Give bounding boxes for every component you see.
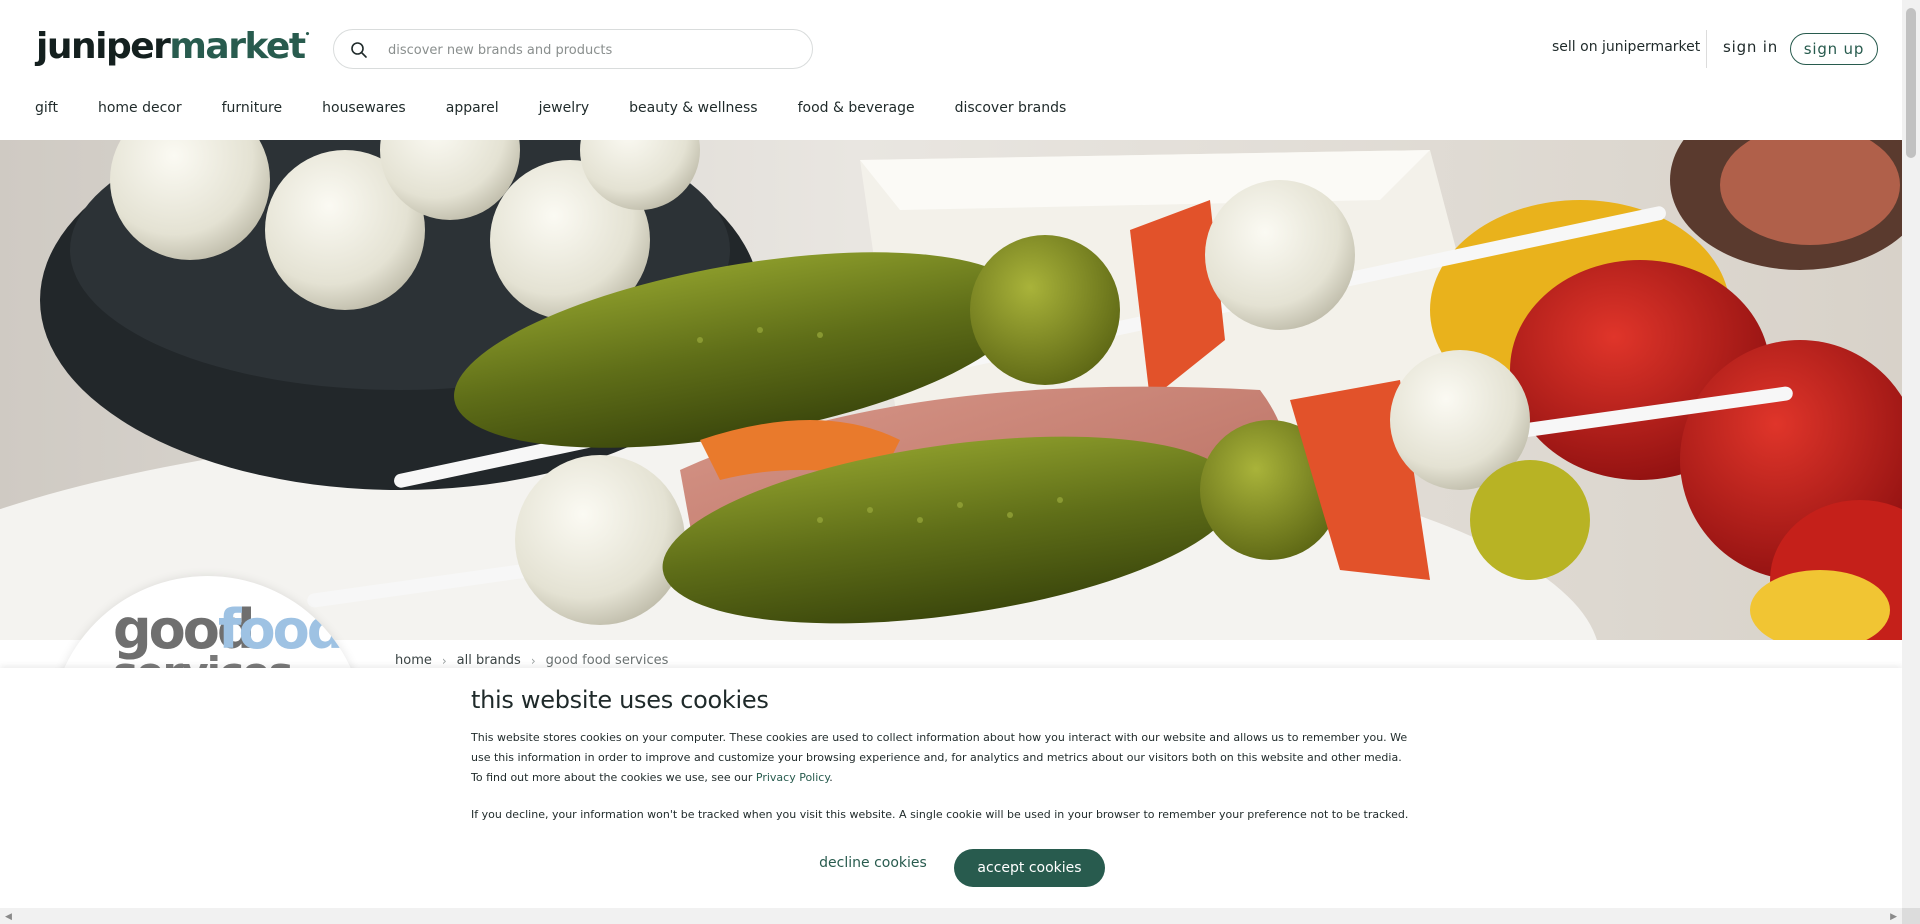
search-input[interactable] [388,38,788,62]
sign-up-button[interactable]: sign up [1790,33,1878,65]
breadcrumb: home › all brands › good food services [395,653,668,668]
sign-in-link[interactable]: sign in [1723,38,1778,56]
accept-cookies-button[interactable]: accept cookies [954,849,1105,887]
nav-item-food-beverage[interactable]: food & beverage [798,100,915,122]
search-bar[interactable] [333,29,813,69]
cookie-banner-text: This website stores cookies on your comp… [471,728,1411,788]
vertical-scrollbar-thumb[interactable] [1906,8,1916,158]
site-header: junipermarket• sell on junipermarket sig… [0,0,1902,140]
nav-item-housewares[interactable]: housewares [322,100,406,122]
vertical-scrollbar[interactable] [1902,0,1920,908]
logo-part2: market [169,26,306,67]
decline-cookies-button[interactable]: decline cookies [808,848,938,878]
header-divider [1706,30,1707,68]
scroll-right-arrow-icon[interactable]: ▶ [1890,912,1897,922]
breadcrumb-current: good food services [545,653,669,668]
nav-item-apparel[interactable]: apparel [446,100,499,122]
cookie-banner-text-main: This website stores cookies on your comp… [471,731,1408,784]
nav-item-gift[interactable]: gift [35,100,58,122]
category-nav: gift home decor furniture housewares app… [35,100,1106,122]
nav-item-furniture[interactable]: furniture [222,100,283,122]
sell-on-junipermarket-link[interactable]: sell on junipermarket [1552,39,1700,55]
chevron-right-icon: › [441,653,447,668]
privacy-policy-link[interactable]: Privacy Policy [756,771,829,784]
nav-item-jewelry[interactable]: jewelry [539,100,590,122]
nav-item-beauty-wellness[interactable]: beauty & wellness [629,100,757,122]
logo-part1: juniper [36,26,171,67]
brand-hero-image [0,140,1902,640]
cookie-banner-decline-info: If you decline, your information won't b… [471,808,1409,821]
nav-item-discover-brands[interactable]: discover brands [955,100,1067,122]
scroll-left-arrow-icon[interactable]: ◀ [5,912,12,922]
cookie-banner: this website uses cookies This website s… [0,668,1902,908]
breadcrumb-all-brands[interactable]: all brands [457,653,521,668]
nav-item-home-decor[interactable]: home decor [98,100,182,122]
chevron-right-icon: › [530,653,536,668]
cookie-banner-title: this website uses cookies [471,686,769,714]
hero-food-illustration [0,140,1902,640]
junipermarket-logo[interactable]: junipermarket• [36,26,311,67]
trademark-mark: • [304,30,311,40]
cookie-banner-text-end: . [829,771,833,784]
scrollbar-corner [1902,908,1920,924]
search-icon [351,42,367,58]
breadcrumb-home[interactable]: home [395,653,432,668]
horizontal-scrollbar[interactable]: ◀ ▶ [0,908,1902,924]
